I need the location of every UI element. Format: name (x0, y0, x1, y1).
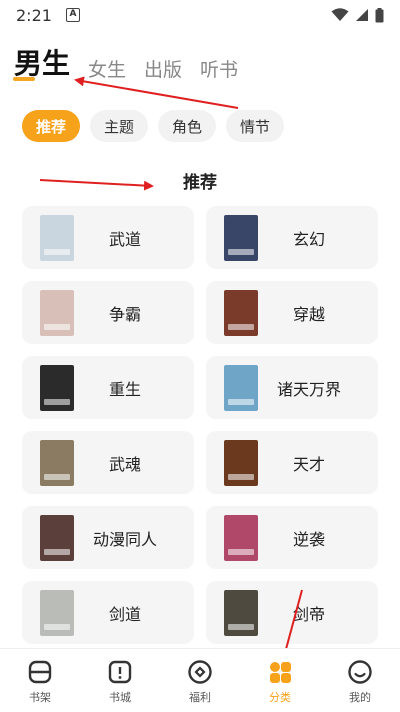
category-card[interactable]: 剑帝 (206, 581, 378, 644)
bookstore-icon (107, 659, 133, 685)
wifi-icon (331, 8, 349, 21)
book-cover-image (224, 439, 258, 486)
chip-theme[interactable]: 主题 (90, 110, 149, 142)
annotation-arrow-tabs (74, 76, 239, 109)
notification-icon: A (65, 8, 80, 22)
category-label: 天才 (292, 454, 325, 474)
category-label: 剑道 (108, 604, 141, 624)
tab-female[interactable]: 女生 (88, 55, 126, 84)
category-card[interactable]: 剑道 (22, 581, 194, 644)
book-cover-image (224, 589, 258, 636)
book-cover-image (40, 589, 74, 636)
profile-icon (347, 659, 373, 685)
filter-chips: 推荐 主题 角色 情节 (22, 110, 285, 142)
category-card[interactable]: 逆袭 (206, 506, 378, 569)
nav-label: 分类 (269, 691, 291, 704)
book-cover-image (40, 439, 74, 486)
category-card[interactable]: 武魂 (22, 431, 194, 494)
status-bar: 2:21 A (0, 0, 400, 30)
category-label: 重生 (108, 379, 141, 399)
book-cover-image (40, 364, 74, 411)
book-cover-image (40, 214, 74, 261)
status-time: 2:21 (16, 5, 52, 25)
category-card[interactable]: 玄幻 (206, 206, 378, 269)
nav-bookshelf[interactable]: 书架 (0, 649, 80, 712)
nav-label: 书架 (29, 691, 51, 704)
tab-indicator (13, 77, 35, 81)
category-label: 玄幻 (292, 229, 325, 249)
signal-icon (356, 9, 368, 21)
category-card[interactable]: 动漫同人 (22, 506, 194, 569)
bottom-nav: 书架 书城 福利 分类 我的 (0, 648, 400, 712)
status-icons (331, 7, 384, 23)
tab-publish[interactable]: 出版 (144, 55, 182, 84)
chip-role[interactable]: 角色 (158, 110, 217, 142)
book-cover-image (40, 514, 74, 561)
category-card[interactable]: 天才 (206, 431, 378, 494)
nav-category[interactable]: 分类 (240, 649, 320, 712)
nav-welfare[interactable]: 福利 (160, 649, 240, 712)
nav-label: 福利 (189, 691, 211, 704)
category-label: 武道 (108, 229, 141, 249)
category-label: 诸天万界 (276, 379, 341, 399)
tab-audiobook[interactable]: 听书 (200, 55, 238, 84)
category-label: 剑帝 (292, 604, 325, 624)
book-cover-image (224, 214, 258, 261)
nav-label: 我的 (349, 691, 371, 704)
nav-bookstore[interactable]: 书城 (80, 649, 160, 712)
category-label: 武魂 (108, 454, 141, 474)
category-card[interactable]: 争霸 (22, 281, 194, 344)
book-cover-image (224, 514, 258, 561)
bookshelf-icon (27, 659, 53, 685)
category-card[interactable]: 武道 (22, 206, 194, 269)
category-card[interactable]: 诸天万界 (206, 356, 378, 419)
category-icon (267, 659, 293, 685)
category-label: 争霸 (108, 304, 141, 324)
book-cover-image (224, 289, 258, 336)
welfare-icon (187, 659, 213, 685)
book-cover-image (40, 289, 74, 336)
section-title: 推荐 (183, 173, 217, 193)
category-grid: 武道 玄幻争霸 穿越重生 诸天万界武魂 天才动漫同人 逆袭剑道 剑帝 (22, 206, 378, 644)
battery-icon (375, 7, 384, 22)
category-label: 穿越 (292, 304, 325, 324)
chip-recommend[interactable]: 推荐 (22, 110, 81, 142)
nav-label: 书城 (109, 691, 131, 704)
chip-plot[interactable]: 情节 (226, 110, 285, 142)
category-label: 逆袭 (292, 529, 325, 549)
book-cover-image (224, 364, 258, 411)
nav-profile[interactable]: 我的 (320, 649, 400, 712)
category-card[interactable]: 穿越 (206, 281, 378, 344)
category-label: 动漫同人 (92, 529, 157, 549)
channel-tabs: 男生 女生 出版 听书 (14, 40, 256, 84)
category-card[interactable]: 重生 (22, 356, 194, 419)
